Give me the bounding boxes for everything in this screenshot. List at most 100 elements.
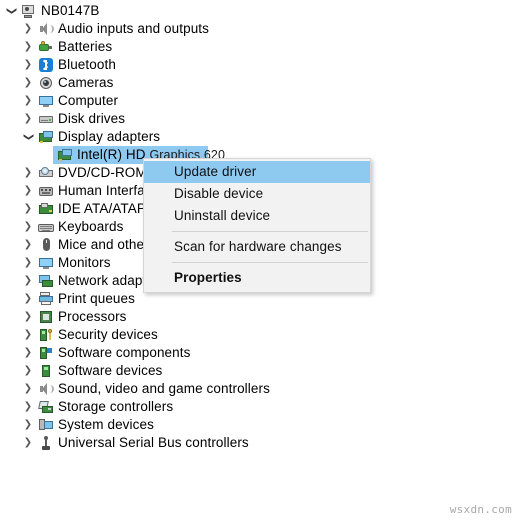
tree-item[interactable]: ❯ Computer — [0, 92, 520, 110]
menu-item[interactable]: Disable device — [144, 183, 370, 205]
tree-item[interactable]: ❯ Processors — [0, 308, 520, 326]
tree-item[interactable]: ❯ Software devices — [0, 362, 520, 380]
camera-icon — [38, 75, 54, 91]
tree-item[interactable]: ❯ Display adapters — [0, 128, 520, 146]
software-component-icon — [38, 345, 54, 361]
chevron-right-icon[interactable]: ❯ — [21, 182, 35, 200]
chevron-down-icon[interactable]: ❯ — [19, 130, 37, 144]
tree-item-icon — [38, 129, 54, 145]
chevron-right-icon[interactable]: ❯ — [21, 416, 35, 434]
tree-item[interactable]: ❯ Software components — [0, 344, 520, 362]
tree-item-icon — [38, 381, 54, 397]
speaker-icon — [38, 21, 54, 37]
chevron-right-icon[interactable]: ❯ — [21, 236, 35, 254]
tree-item-label: Software devices — [58, 363, 163, 378]
keyboard-icon — [38, 219, 54, 235]
chevron-right-icon[interactable]: ❯ — [21, 56, 35, 74]
chevron-right-icon[interactable]: ❯ — [21, 92, 35, 110]
device-manager-window: ❯ NB0147B ❯ Audio inputs and outputs ❯ Batter… — [0, 0, 520, 522]
tree-item-icon — [57, 147, 73, 163]
tree-item-icon — [38, 309, 54, 325]
menu-separator — [172, 231, 368, 232]
tree-item[interactable]: ❯ Sound, video and game controllers — [0, 380, 520, 398]
tree-item-label: Bluetooth — [58, 57, 116, 72]
usb-controller-icon — [38, 435, 54, 451]
mouse-icon — [38, 237, 54, 253]
chevron-right-icon[interactable]: ❯ — [21, 362, 35, 380]
processor-icon — [38, 309, 54, 325]
ide-controller-icon — [38, 201, 54, 217]
chevron-right-icon[interactable]: ❯ — [21, 290, 35, 308]
network-adapter-icon — [38, 273, 54, 289]
tree-item-label: Network adapte — [58, 273, 154, 288]
battery-icon — [38, 39, 54, 55]
chevron-right-icon[interactable]: ❯ — [21, 164, 35, 182]
printer-icon — [38, 291, 54, 307]
tree-item[interactable]: ❯ Security devices — [0, 326, 520, 344]
tree-item-icon — [38, 21, 54, 37]
chevron-right-icon[interactable]: ❯ — [21, 434, 35, 452]
tree-root-node[interactable]: ❯ NB0147B — [0, 2, 520, 20]
tree-item[interactable]: ❯ Disk drives — [0, 110, 520, 128]
tree-item-icon — [38, 183, 54, 199]
tree-item-icon — [38, 93, 54, 109]
chevron-right-icon[interactable]: ❯ — [21, 74, 35, 92]
tree-item-icon — [38, 201, 54, 217]
tree-item-label: NB0147B — [41, 3, 100, 18]
monitor-icon — [38, 93, 54, 109]
menu-separator — [172, 262, 368, 263]
tree-item[interactable]: ❯ System devices — [0, 416, 520, 434]
tree-item-label: Sound, video and game controllers — [58, 381, 270, 396]
chevron-right-icon[interactable]: ❯ — [21, 38, 35, 56]
tree-item[interactable]: ❯ Bluetooth — [0, 56, 520, 74]
tree-item-label: Monitors — [58, 255, 111, 270]
tree-item-icon — [38, 435, 54, 451]
chevron-right-icon[interactable]: ❯ — [21, 110, 35, 128]
tree-item[interactable]: ❯ Cameras — [0, 74, 520, 92]
context-menu[interactable]: Update driver Disable device Uninstall dev… — [143, 158, 371, 293]
human-interface-icon — [38, 183, 54, 199]
tree-item[interactable]: ❯ Storage controllers — [0, 398, 520, 416]
chevron-right-icon[interactable]: ❯ — [21, 398, 35, 416]
software-device-icon — [38, 363, 54, 379]
tree-item-icon — [38, 363, 54, 379]
menu-item[interactable]: Update driver — [144, 161, 370, 183]
storage-controller-icon — [38, 399, 54, 415]
security-device-icon — [38, 327, 54, 343]
speaker-icon — [38, 381, 54, 397]
tree-item-label: Software components — [58, 345, 191, 360]
tree-item-label: Disk drives — [58, 111, 126, 126]
tree-item-label: Universal Serial Bus controllers — [58, 435, 249, 450]
tree-item-icon — [20, 3, 36, 19]
tree-item-label: Processors — [58, 309, 127, 324]
chevron-right-icon[interactable]: ❯ — [21, 272, 35, 290]
menu-item[interactable]: Properties — [144, 267, 370, 289]
menu-item[interactable]: Uninstall device — [144, 205, 370, 227]
tree-item-icon — [38, 219, 54, 235]
chevron-right-icon[interactable]: ❯ — [21, 20, 35, 38]
tree-item[interactable]: ❯ Universal Serial Bus controllers — [0, 434, 520, 452]
display-adapter-icon — [57, 147, 73, 163]
tree-item[interactable]: ❯ Audio inputs and outputs — [0, 20, 520, 38]
chevron-right-icon[interactable]: ❯ — [21, 380, 35, 398]
computer-icon — [20, 3, 36, 19]
chevron-right-icon[interactable]: ❯ — [21, 254, 35, 272]
chevron-right-icon[interactable]: ❯ — [21, 308, 35, 326]
chevron-right-icon[interactable]: ❯ — [21, 326, 35, 344]
tree-item-icon — [38, 75, 54, 91]
bluetooth-icon — [38, 57, 54, 73]
chevron-right-icon[interactable]: ❯ — [21, 200, 35, 218]
menu-item[interactable]: Scan for hardware changes — [144, 236, 370, 258]
display-adapter-icon — [38, 129, 54, 145]
tree-item-label: Human Interfac — [58, 183, 152, 198]
tree-item-label: Display adapters — [58, 129, 161, 144]
tree-item[interactable]: ❯ Batteries — [0, 38, 520, 56]
chevron-right-icon[interactable]: ❯ — [21, 344, 35, 362]
tree-item-label: Cameras — [58, 75, 114, 90]
chevron-down-icon[interactable]: ❯ — [2, 4, 20, 18]
system-device-icon — [38, 417, 54, 433]
tree-item-label: System devices — [58, 417, 154, 432]
tree-item-icon — [38, 417, 54, 433]
tree-item-label: Mice and other — [58, 237, 149, 252]
chevron-right-icon[interactable]: ❯ — [21, 218, 35, 236]
